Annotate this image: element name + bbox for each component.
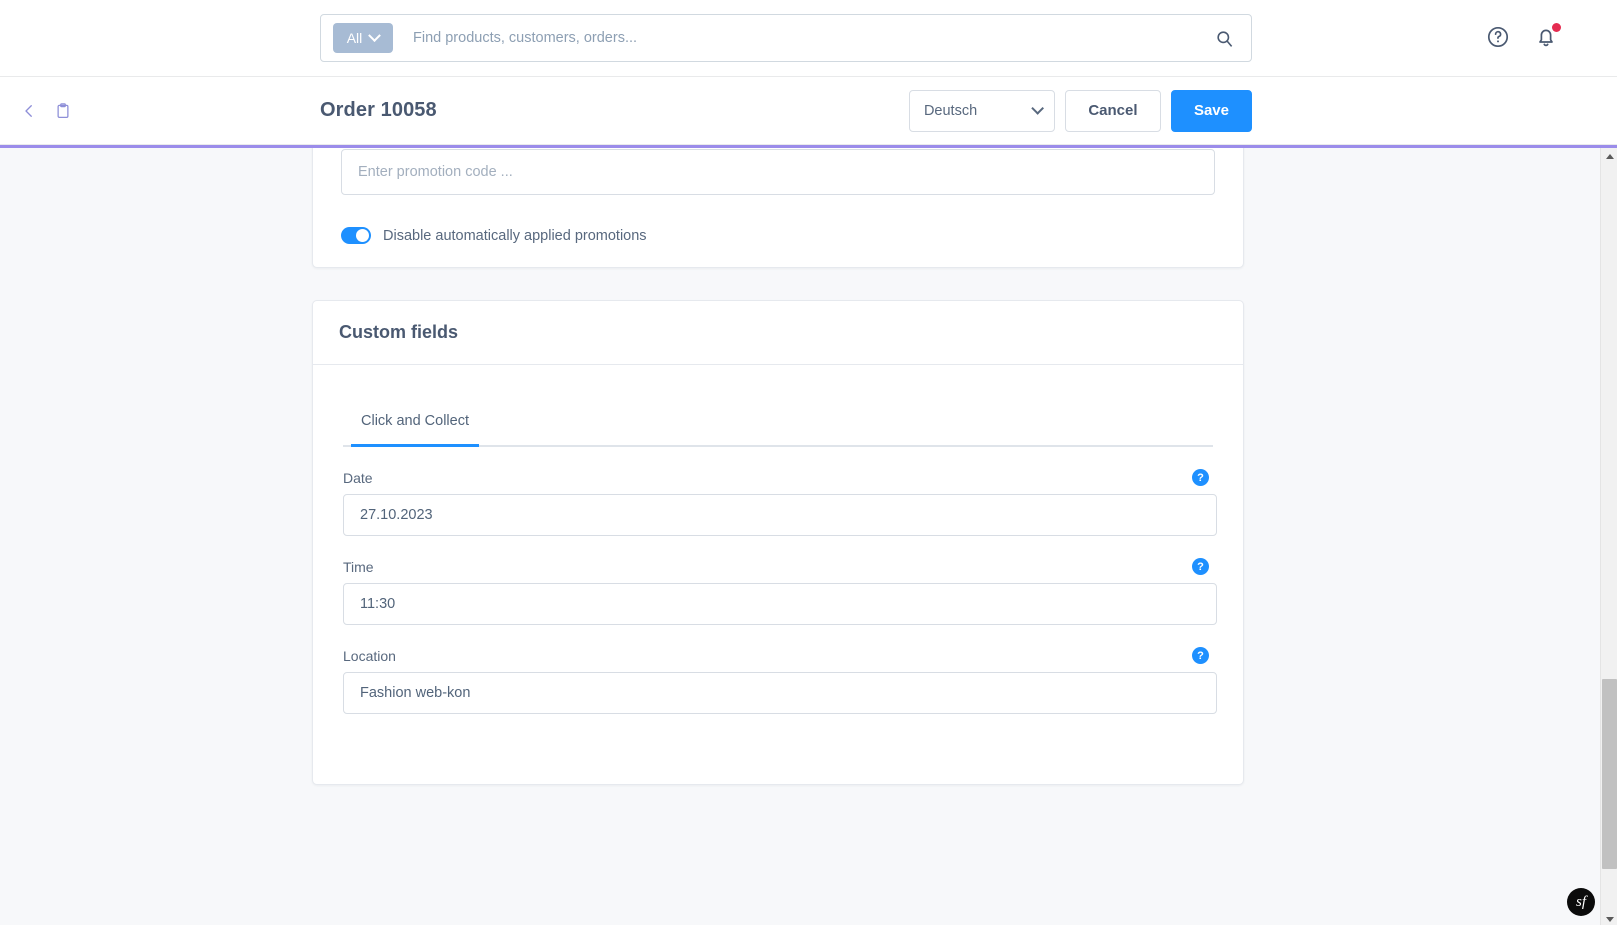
chevron-down-icon <box>368 28 382 42</box>
disable-auto-promotions-row: Disable automatically applied promotions <box>341 227 1215 244</box>
page-content: Disable automatically applied promotions… <box>0 145 1617 925</box>
tab-click-and-collect[interactable]: Click and Collect <box>351 399 479 447</box>
question-circle-icon[interactable]: ? <box>1192 647 1209 664</box>
field-location-label: Location <box>343 647 396 664</box>
search-scope-selector[interactable]: All <box>333 23 393 53</box>
custom-fields-card: Custom fields Click and Collect Date ? 2… <box>312 300 1244 785</box>
content-scrollbar[interactable] <box>1600 148 1617 925</box>
promotions-card: Disable automatically applied promotions <box>312 148 1244 268</box>
smartbar-left-group <box>18 77 74 144</box>
field-date-header: Date ? <box>343 469 1213 486</box>
chevron-down-icon <box>1031 102 1044 115</box>
search-scope-label: All <box>346 30 363 46</box>
smartbar-actions: Deutsch Cancel Save <box>908 77 1252 144</box>
save-button[interactable]: Save <box>1170 89 1252 132</box>
scrollbar-down-button[interactable] <box>1601 911 1617 925</box>
field-time: Time ? <box>343 558 1217 625</box>
promotion-code-input[interactable] <box>341 149 1215 195</box>
tab-label: Click and Collect <box>361 413 469 429</box>
topbar-icon-group <box>1485 23 1561 50</box>
notification-badge-dot <box>1552 23 1561 32</box>
global-search-bar[interactable]: All <box>320 14 1252 62</box>
field-time-header: Time ? <box>343 558 1213 575</box>
orders-module-button[interactable] <box>52 100 74 122</box>
scrollbar-thumb[interactable] <box>1602 679 1617 869</box>
cancel-button[interactable]: Cancel <box>1064 89 1161 132</box>
question-circle-icon <box>1487 26 1509 48</box>
admin-app: All Find products, customers, orders... … <box>0 0 1617 926</box>
field-date-label: Date <box>343 469 373 486</box>
custom-fields-header: Custom fields <box>313 301 1243 365</box>
help-button[interactable] <box>1485 24 1511 50</box>
custom-fields-tablist: Click and Collect <box>343 399 1213 447</box>
notifications-button[interactable] <box>1533 23 1561 50</box>
location-input[interactable] <box>343 672 1217 714</box>
promotions-card-body: Disable automatically applied promotions <box>313 148 1243 244</box>
field-date: Date ? <box>343 469 1217 536</box>
language-selector[interactable]: Deutsch <box>908 89 1055 132</box>
clipboard-icon <box>57 102 69 118</box>
disable-auto-promotions-toggle[interactable] <box>341 227 371 244</box>
search-button[interactable] <box>1211 25 1237 51</box>
global-topbar: All <box>0 0 1617 77</box>
disable-auto-promotions-label: Disable automatically applied promotions <box>383 227 647 244</box>
triangle-down-icon <box>1605 917 1614 922</box>
triangle-up-icon <box>1605 154 1614 159</box>
time-input[interactable] <box>343 583 1217 625</box>
question-circle-icon[interactable]: ? <box>1192 469 1209 486</box>
chevron-left-icon <box>25 104 32 117</box>
scrollbar-up-button[interactable] <box>1601 148 1617 165</box>
custom-fields-body: Click and Collect Date ? 27.10.2023 Time… <box>313 365 1243 784</box>
field-location-header: Location ? <box>343 647 1213 664</box>
date-input[interactable] <box>343 494 1217 536</box>
field-time-label: Time <box>343 558 374 575</box>
custom-fields-title: Custom fields <box>339 322 459 342</box>
search-icon <box>1216 30 1232 47</box>
symfony-profiler-logo[interactable]: sf <box>1567 888 1595 916</box>
page-title: Order 10058 <box>320 99 437 121</box>
toggle-knob <box>356 229 369 242</box>
field-location: Location ? <box>343 647 1217 714</box>
back-button[interactable] <box>18 100 40 122</box>
content-column: Disable automatically applied promotions… <box>312 148 1244 785</box>
search-input[interactable] <box>413 30 1211 46</box>
question-circle-icon[interactable]: ? <box>1192 558 1209 575</box>
language-selector-value: Deutsch <box>923 102 978 119</box>
page-smart-bar: Order 10058 Deutsch Cancel Save <box>0 77 1617 145</box>
